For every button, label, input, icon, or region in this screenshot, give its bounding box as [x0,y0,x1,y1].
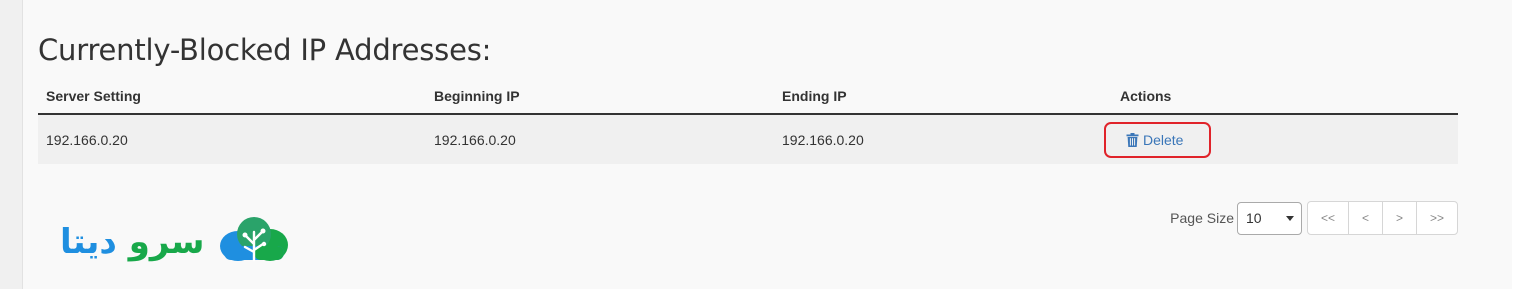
delete-label: Delete [1143,131,1184,148]
column-header-beginning-ip[interactable]: Beginning IP [426,79,774,115]
cloud-tree-icon [218,214,290,269]
next-page-button[interactable]: > [1383,202,1417,234]
left-sidebar-edge [0,0,23,289]
trash-icon [1126,132,1139,147]
brand-logo: سرو دیتا [60,214,290,269]
blocked-ip-table: Server Setting Beginning IP Ending IP Ac… [38,79,1458,164]
cell-actions: Delete [1104,114,1458,164]
cell-beginning-ip: 192.166.0.20 [426,114,774,164]
logo-text: سرو دیتا [60,222,204,262]
table-header-row: Server Setting Beginning IP Ending IP Ac… [38,79,1458,115]
logo-text-green: سرو [128,221,205,262]
delete-button[interactable]: Delete [1104,121,1212,158]
page-size-select[interactable]: 10 [1237,201,1302,235]
pagination: Page Size 10 << < > >> [1170,201,1458,235]
page-title: Currently-Blocked IP Addresses: [38,33,492,67]
pager-buttons: << < > >> [1307,201,1458,235]
cell-server-setting: 192.166.0.20 [38,114,426,164]
page-size-label: Page Size [1170,210,1234,226]
previous-page-button[interactable]: < [1349,202,1383,234]
logo-text-blue: دیتا [60,221,117,262]
page-size-value: 10 [1246,210,1262,226]
right-edge [1512,0,1518,289]
column-header-server-setting[interactable]: Server Setting [38,79,426,115]
page: Currently-Blocked IP Addresses: Server S… [0,0,1518,289]
chevron-down-icon [1286,215,1294,221]
last-page-button[interactable]: >> [1417,202,1457,234]
column-header-actions: Actions [1112,79,1458,115]
first-page-button[interactable]: << [1308,202,1349,234]
column-header-ending-ip[interactable]: Ending IP [774,79,1112,115]
cell-ending-ip: 192.166.0.20 [774,114,1112,164]
table-row: 192.166.0.20 192.166.0.20 192.166.0.20 D… [38,114,1458,164]
